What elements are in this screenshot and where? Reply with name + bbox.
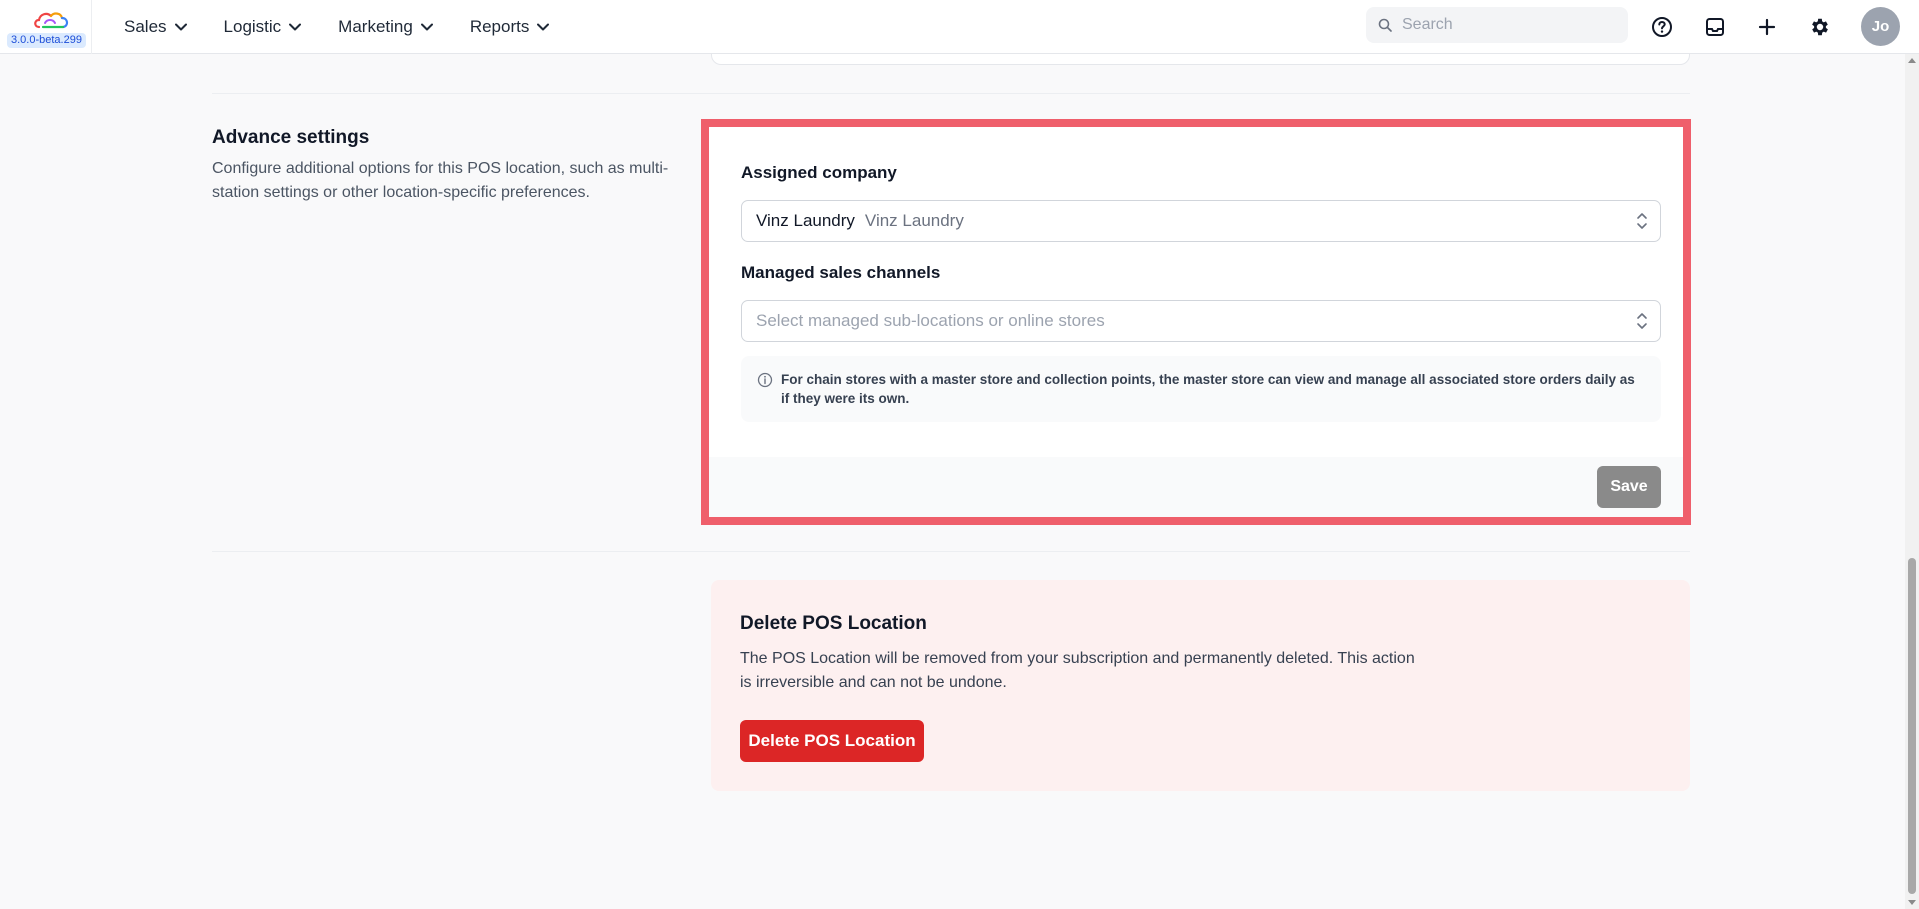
scroll-down-arrow[interactable] xyxy=(1908,900,1916,905)
search-placeholder: Search xyxy=(1402,16,1453,33)
add-button[interactable] xyxy=(1751,11,1783,43)
chevron-down-icon xyxy=(174,23,187,31)
chevron-up-down-icon xyxy=(1637,213,1647,229)
info-notice: For chain stores with a master store and… xyxy=(741,356,1661,422)
chevron-down-icon xyxy=(289,23,302,31)
assigned-company-secondary: Vinz Laundry xyxy=(864,211,964,230)
section-divider xyxy=(212,551,1690,552)
section-divider xyxy=(212,93,1690,94)
top-navigation-bar: 3.0.0-beta.299 Sales Logistic Marketing … xyxy=(0,0,1919,54)
nav-logistic[interactable]: Logistic xyxy=(224,17,302,37)
chevron-down-icon xyxy=(537,23,550,31)
card-body: Assigned company Vinz Laundry Vinz Laund… xyxy=(709,127,1683,457)
nav-logistic-label: Logistic xyxy=(223,17,282,36)
main-nav: Sales Logistic Marketing Reports xyxy=(124,0,586,54)
delete-pos-location-card: Delete POS Location The POS Location wil… xyxy=(711,580,1690,791)
plus-icon xyxy=(1758,18,1776,36)
managed-sales-channels-select[interactable]: Select managed sub-locations or online s… xyxy=(741,300,1661,342)
managed-sales-channels-label: Managed sales channels xyxy=(741,263,941,282)
assigned-company-select[interactable]: Vinz Laundry Vinz Laundry xyxy=(741,200,1661,242)
delete-section-description: The POS Location will be removed from yo… xyxy=(740,650,1415,691)
search-icon xyxy=(1378,18,1392,32)
advance-settings-description: Configure additional options for this PO… xyxy=(212,160,669,201)
scroll-up-arrow[interactable] xyxy=(1908,58,1916,63)
nav-marketing-label: Marketing xyxy=(338,17,413,36)
managed-sales-channels-placeholder: Select managed sub-locations or online s… xyxy=(756,311,1105,330)
assigned-company-value: Vinz Laundry xyxy=(756,211,855,230)
settings-button[interactable] xyxy=(1804,11,1836,43)
search-input[interactable]: Search xyxy=(1366,7,1628,43)
nav-sales-label: Sales xyxy=(124,17,167,36)
card-footer: Save xyxy=(709,457,1683,517)
delete-pos-location-button[interactable]: Delete POS Location xyxy=(740,720,924,762)
advance-settings-title: Advance settings xyxy=(212,127,370,148)
scrollbar-thumb[interactable] xyxy=(1908,558,1916,894)
chevron-up-down-icon xyxy=(1637,313,1647,329)
nav-reports[interactable]: Reports xyxy=(470,17,550,37)
info-text: For chain stores with a master store and… xyxy=(781,372,1635,406)
help-icon xyxy=(1652,17,1672,37)
delete-section-title: Delete POS Location xyxy=(740,613,927,634)
nav-sales[interactable]: Sales xyxy=(124,17,187,37)
assigned-company-label: Assigned company xyxy=(741,163,897,182)
inbox-button[interactable] xyxy=(1699,11,1731,43)
logo-area[interactable]: 3.0.0-beta.299 xyxy=(0,0,92,54)
user-avatar[interactable]: Jo xyxy=(1861,7,1900,46)
nav-marketing[interactable]: Marketing xyxy=(338,17,433,37)
cloud-logo-icon xyxy=(34,12,69,29)
version-badge: 3.0.0-beta.299 xyxy=(7,33,86,48)
nav-reports-label: Reports xyxy=(469,17,530,36)
help-button[interactable] xyxy=(1646,11,1678,43)
info-icon xyxy=(757,372,773,388)
inbox-icon xyxy=(1706,18,1724,36)
gear-icon xyxy=(1812,18,1828,36)
advance-settings-card: Assigned company Vinz Laundry Vinz Laund… xyxy=(701,119,1691,525)
page-scrollbar[interactable] xyxy=(1905,54,1919,909)
save-button[interactable]: Save xyxy=(1597,466,1661,508)
chevron-down-icon xyxy=(420,23,433,31)
